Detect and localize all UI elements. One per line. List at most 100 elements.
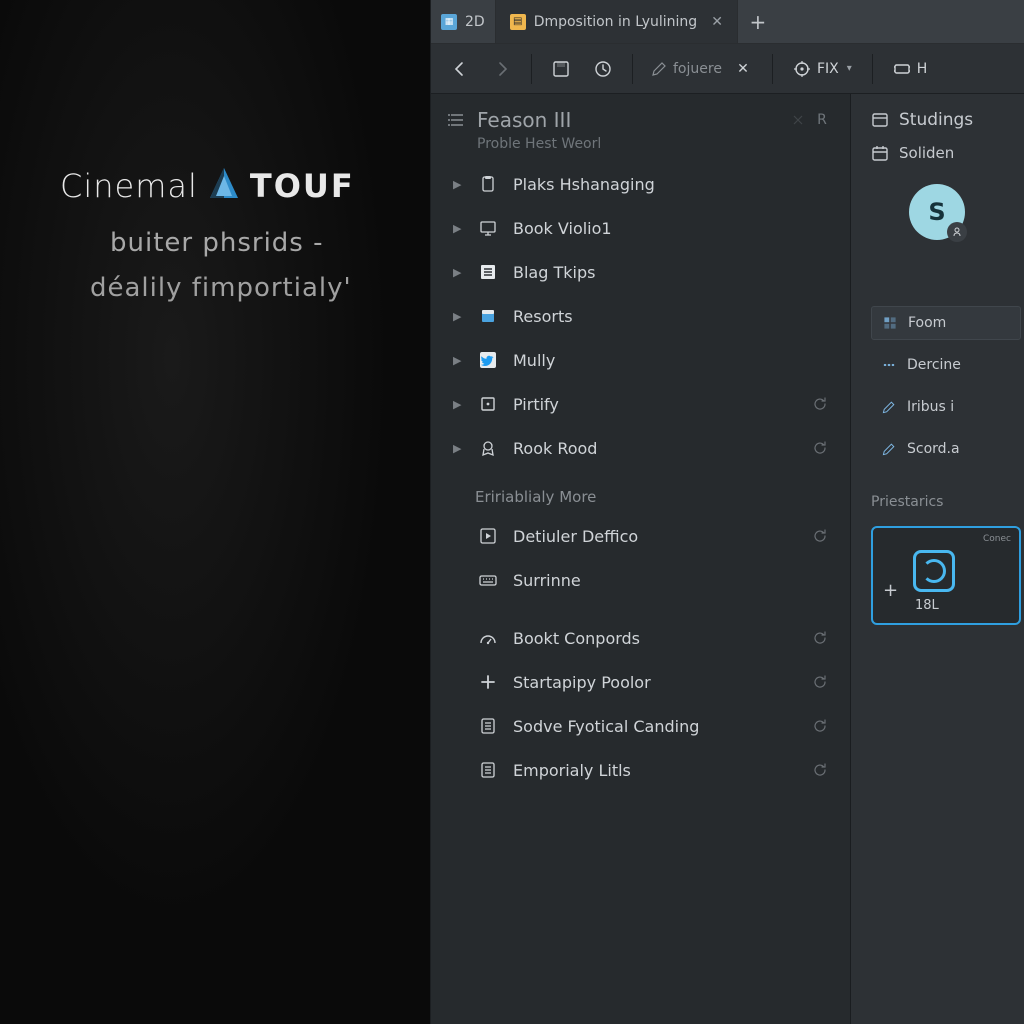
tree-item-label: Startapipy Poolor <box>513 673 812 692</box>
box-blue-icon <box>477 305 499 327</box>
history-icon[interactable] <box>584 51 622 87</box>
panel-icon <box>871 111 889 129</box>
inspector-button[interactable]: Dercine <box>871 348 1021 382</box>
nav-back-button[interactable] <box>441 51 479 87</box>
tab-active-label: Dmposition in Lyulining <box>534 14 698 30</box>
pencil-icon <box>881 399 897 415</box>
tree-item-label: Emporialy Litls <box>513 761 812 780</box>
tree-item[interactable]: Bookt Conpords <box>431 616 850 660</box>
inspector-button[interactable]: Scord.a <box>871 432 1021 466</box>
refresh-icon[interactable] <box>812 396 834 412</box>
card-value: 18L <box>885 598 1007 613</box>
tree-item[interactable]: ▶ Plaks Hshanaging <box>431 162 850 206</box>
h-button[interactable]: H <box>883 51 938 87</box>
inspector-card[interactable]: Conec + 18L <box>871 526 1021 625</box>
edit-placeholder: fojuere <box>673 61 722 77</box>
nav-forward-button[interactable] <box>483 51 521 87</box>
brand-word-right: TOUF <box>250 167 355 205</box>
expand-arrow-icon[interactable]: ▶ <box>453 266 467 279</box>
tab-active[interactable]: ▤ Dmposition in Lyulining ✕ <box>496 0 738 43</box>
tree-item[interactable]: ▶ Book Violio1 <box>431 206 850 250</box>
doc-icon <box>477 715 499 737</box>
gauge-icon <box>477 627 499 649</box>
pencil-icon <box>651 61 667 77</box>
square-icon <box>477 393 499 415</box>
inspector-button[interactable]: Foom <box>871 306 1021 340</box>
expand-arrow-icon[interactable]: ▶ <box>453 354 467 367</box>
tree-item-label: Pirtify <box>513 395 812 414</box>
chevron-down-icon: ▾ <box>847 63 852 74</box>
inspector-button-label: Dercine <box>907 357 961 373</box>
project-sidebar[interactable]: Feason III R Proble Hest Weorl ▶ Plaks Hs… <box>431 94 851 1024</box>
brand-word-left: Cinemal <box>60 167 198 205</box>
tree-item[interactable]: Emporialy Litls <box>431 748 850 792</box>
sidebar-header: Feason III R <box>431 94 850 134</box>
edit-field[interactable]: fojuere ✕ <box>643 51 762 87</box>
tree-item-label: Bookt Conpords <box>513 629 812 648</box>
tree-item[interactable]: Startapipy Poolor <box>431 660 850 704</box>
refresh-icon[interactable] <box>812 630 834 646</box>
expand-arrow-icon[interactable]: ▶ <box>453 442 467 455</box>
tree-item-label: Rook Rood <box>513 439 812 458</box>
inspector-row-soliden[interactable]: Soliden <box>865 140 1024 176</box>
sidebar-subtitle: Proble Hest Weorl <box>431 134 850 162</box>
tree-item[interactable]: ▶ Mully <box>431 338 850 382</box>
tree-item-label: Blag Tkips <box>513 263 812 282</box>
save-icon[interactable] <box>542 51 580 87</box>
avatar-badge-icon <box>947 222 967 242</box>
inspector-title: Studings <box>899 110 973 130</box>
tab-add-button[interactable]: + <box>738 0 778 43</box>
inspector-section: Priestarics <box>865 480 1024 520</box>
pencil-icon <box>881 441 897 457</box>
edit-clear-icon[interactable]: ✕ <box>732 61 754 77</box>
expand-arrow-icon[interactable]: ▶ <box>453 222 467 235</box>
refresh-icon[interactable] <box>812 528 834 544</box>
toolbar: fojuere ✕ FIX ▾ H <box>431 44 1024 94</box>
sidebar-collapse-icon[interactable] <box>786 108 810 132</box>
refresh-icon[interactable] <box>812 762 834 778</box>
tree-item[interactable]: ▶ Blag Tkips <box>431 250 850 294</box>
card-plus-icon[interactable]: + <box>883 580 898 601</box>
tree-item[interactable]: Surrinne <box>431 558 850 602</box>
tree-item-label: Detiuler Deffico <box>513 527 812 546</box>
inspector-header: Studings <box>865 106 1024 140</box>
fix-dropdown[interactable]: FIX ▾ <box>783 51 862 87</box>
inspector-button[interactable]: Iribus i <box>871 390 1021 424</box>
refresh-icon[interactable] <box>812 674 834 690</box>
dots-icon <box>881 357 897 373</box>
refresh-icon[interactable] <box>812 718 834 734</box>
expand-arrow-icon[interactable]: ▶ <box>453 398 467 411</box>
splash-tagline-1: buiter phsrids - <box>110 228 324 258</box>
tab-close-icon[interactable]: ✕ <box>711 14 723 30</box>
badge-icon <box>477 437 499 459</box>
fix-label: FIX <box>817 61 839 77</box>
inspector-button-label: Foom <box>908 315 946 331</box>
sidebar-r-button[interactable]: R <box>810 108 834 132</box>
tree-item-label: Plaks Hshanaging <box>513 175 812 194</box>
tree-item[interactable]: ▶ Pirtify <box>431 382 850 426</box>
user-avatar[interactable]: S <box>909 184 965 240</box>
keyboard-icon <box>477 569 499 591</box>
tree-item[interactable]: Sodve Fyotical Canding <box>431 704 850 748</box>
tree-item-label: Book Violio1 <box>513 219 812 238</box>
sidebar-title: Feason III <box>477 108 786 132</box>
tab-2d[interactable]: ▦ 2D <box>431 0 496 43</box>
card-loading-icon <box>913 550 955 592</box>
brand-logo-icon <box>208 166 240 206</box>
tab-2d-label: 2D <box>465 14 485 30</box>
expand-arrow-icon[interactable]: ▶ <box>453 178 467 191</box>
splash-area: Cinemal TOUF buiter phsrids - déalily fi… <box>0 0 430 1024</box>
refresh-icon[interactable] <box>812 440 834 456</box>
tab-strip: ▦ 2D ▤ Dmposition in Lyulining ✕ + <box>431 0 1024 44</box>
list-view-icon <box>447 110 467 130</box>
sidebar-section-more: Eririablialy More <box>431 470 850 514</box>
target-icon <box>793 60 811 78</box>
tree-item[interactable]: Detiuler Deffico <box>431 514 850 558</box>
tree-item[interactable]: ▶ Rook Rood <box>431 426 850 470</box>
avatar-letter: S <box>928 198 945 226</box>
inspector-button-label: Iribus i <box>907 399 954 415</box>
tree-item-label: Mully <box>513 351 812 370</box>
twitter-icon <box>477 349 499 371</box>
expand-arrow-icon[interactable]: ▶ <box>453 310 467 323</box>
tree-item[interactable]: ▶Resorts <box>431 294 850 338</box>
